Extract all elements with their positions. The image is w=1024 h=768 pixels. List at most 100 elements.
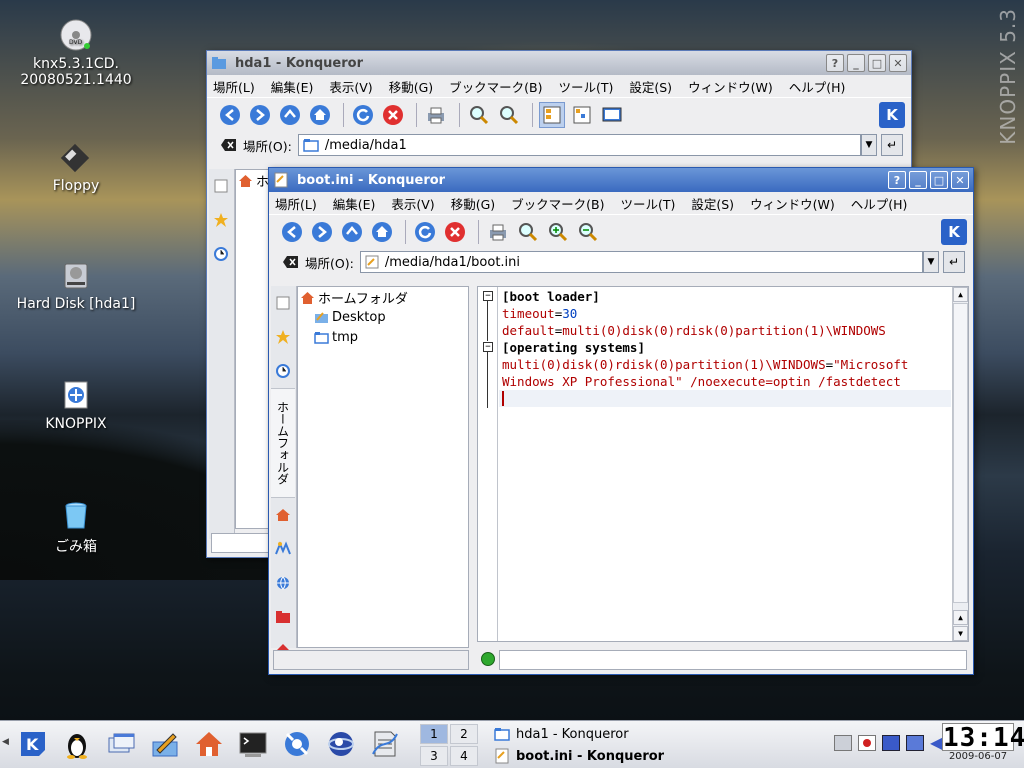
maximize-button[interactable]: □ [868,54,886,72]
menu-window[interactable]: ウィンドウ(W) [688,77,773,96]
menu-location[interactable]: 場所(L) [275,194,317,213]
go-button[interactable]: ↵ [881,134,903,156]
menu-go[interactable]: 移動(G) [451,194,495,213]
tree-item-home[interactable]: ホームフォルダ [298,287,468,307]
launcher-browser[interactable] [324,727,358,761]
pager-desktop-1[interactable]: 1 [420,724,448,744]
window-titlebar[interactable]: boot.ini - Konqueror ? _ □ ✕ [269,168,973,192]
location-dropdown[interactable]: ▼ [861,134,877,156]
zoom-in-button[interactable] [466,102,492,128]
sidebar-tab-home-folder[interactable]: ホームフォルダ [271,388,295,498]
keyboard-icon[interactable] [834,735,852,751]
launcher-tux[interactable] [60,727,94,761]
menu-tools[interactable]: ツール(T) [620,194,675,213]
location-input[interactable]: /media/hda1/boot.ini [359,251,923,273]
window-titlebar[interactable]: hda1 - Konqueror ? _ □ ✕ [207,51,911,75]
scroll-up-button[interactable]: ▲ [953,287,968,302]
launcher-kwrite[interactable] [148,727,182,761]
menu-edit[interactable]: 編集(E) [271,77,314,96]
sidebar-tab-favorites[interactable] [271,320,295,354]
stop-button[interactable] [380,102,406,128]
task-boot-ini[interactable]: boot.ini - Konqueror [490,745,820,767]
sidebar-tab-bookmarks[interactable] [271,286,295,320]
menu-settings[interactable]: 設定(S) [629,77,672,96]
editor-scrollbar[interactable]: ▲ ▲ ▼ [952,287,968,641]
minimize-button[interactable]: _ [909,171,927,189]
clock[interactable]: 13:14 2009-06-07 [942,723,1024,767]
tree-item-tmp[interactable]: tmp [298,327,468,347]
zoom-in-button[interactable] [545,219,571,245]
pager-desktop-3[interactable]: 3 [420,746,448,766]
close-button[interactable]: ✕ [889,54,907,72]
pager-desktop-2[interactable]: 2 [450,724,478,744]
clear-location-icon[interactable] [221,138,237,152]
menu-view[interactable]: 表示(V) [329,77,372,96]
pager-desktop-4[interactable]: 4 [450,746,478,766]
taskbar-collapse-arrow[interactable]: ◀ [2,737,10,747]
desktop-icon-dvd[interactable]: DVD knx5.3.1CD. 20080521.1440 [16,18,136,88]
maximize-button[interactable]: □ [930,171,948,189]
scroll-up-button[interactable]: ▲ [953,610,968,625]
home-button[interactable] [369,219,395,245]
sidebar-tab-favorites[interactable] [209,203,233,237]
sidebar-tab-history[interactable] [209,237,233,271]
scrollbar-thumb[interactable] [953,303,968,603]
location-dropdown[interactable]: ▼ [923,251,939,273]
sidebar-tab-history[interactable] [271,354,295,388]
text-editor[interactable]: − − [boot loader] timeout=30 default=mul… [477,286,969,642]
menu-go[interactable]: 移動(G) [389,77,433,96]
zoom-out-button[interactable] [496,102,522,128]
menu-window[interactable]: ウィンドウ(W) [750,194,835,213]
launcher-show-desktop[interactable] [104,727,138,761]
close-button[interactable]: ✕ [951,171,969,189]
menu-bookmarks[interactable]: ブックマーク(B) [449,77,542,96]
japanese-input-icon[interactable] [858,735,876,751]
go-button[interactable]: ↵ [943,251,965,273]
desktop-icon-knoppix[interactable]: KNOPPIX [16,378,136,432]
launcher-konqueror[interactable] [280,727,314,761]
clear-location-icon[interactable] [283,255,299,269]
find-button[interactable] [515,219,541,245]
zoom-out-button[interactable] [575,219,601,245]
up-button[interactable] [339,219,365,245]
menu-edit[interactable]: 編集(E) [333,194,376,213]
minimize-button[interactable]: _ [847,54,865,72]
menu-tools[interactable]: ツール(T) [558,77,613,96]
sidebar-tab-media[interactable] [271,532,295,566]
location-input[interactable]: /media/hda1 [297,134,861,156]
forward-button[interactable] [309,219,335,245]
menu-help[interactable]: ヘルプ(H) [851,194,908,213]
kmenu-button[interactable]: K [16,727,50,761]
back-button[interactable] [279,219,305,245]
sidebar-tab-home[interactable] [271,498,295,532]
window-boot-ini[interactable]: boot.ini - Konqueror ? _ □ ✕ 場所(L) 編集(E)… [268,167,974,675]
forward-button[interactable] [247,102,273,128]
menu-settings[interactable]: 設定(S) [691,194,734,213]
network-icon[interactable] [906,735,924,751]
help-button[interactable]: ? [888,171,906,189]
fold-toggle[interactable]: − [483,291,493,301]
up-button[interactable] [277,102,303,128]
launcher-terminal[interactable] [236,727,270,761]
tree-item-desktop[interactable]: Desktop [298,307,468,327]
reload-button[interactable] [412,219,438,245]
sidebar-tab-bookmarks[interactable] [209,169,233,203]
launcher-home[interactable] [192,727,226,761]
menu-bookmarks[interactable]: ブックマーク(B) [511,194,604,213]
view-mode-button[interactable] [539,101,565,128]
sidebar-tab-services[interactable] [271,600,295,634]
desktop-icon-trash[interactable]: ごみ箱 [16,498,136,556]
display-icon[interactable] [882,735,900,751]
print-button[interactable] [423,102,449,128]
print-button[interactable] [485,219,511,245]
back-button[interactable] [217,102,243,128]
reload-button[interactable] [350,102,376,128]
task-hda1[interactable]: hda1 - Konqueror [490,723,820,745]
menu-location[interactable]: 場所(L) [213,77,255,96]
view-preview-button[interactable] [599,102,625,128]
desktop-icon-floppy[interactable]: Floppy [16,140,136,194]
help-button[interactable]: ? [826,54,844,72]
view-tree-button[interactable] [569,102,595,128]
desktop-icon-harddisk[interactable]: Hard Disk [hda1] [16,258,136,312]
menu-view[interactable]: 表示(V) [391,194,434,213]
